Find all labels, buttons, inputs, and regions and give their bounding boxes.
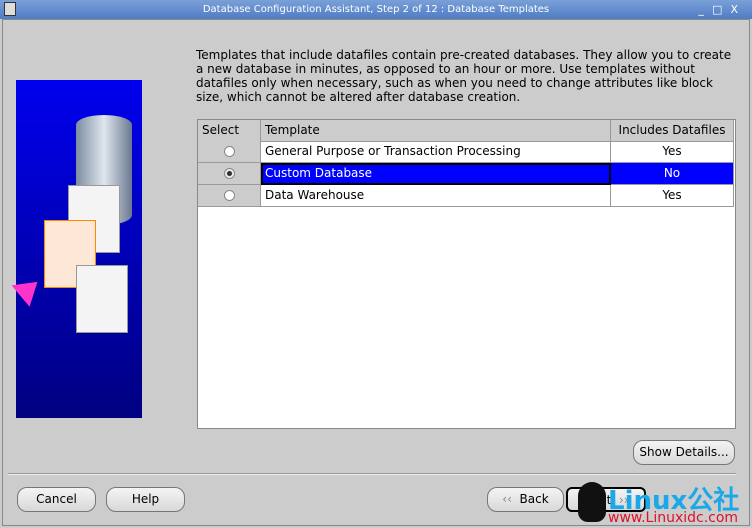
- watermark-logo: Linux公社 www.Linuxidc.com: [578, 480, 750, 526]
- template-name: Data Warehouse: [261, 185, 611, 207]
- window-title: Database Configuration Assistant, Step 2…: [202, 4, 550, 15]
- description-text: Templates that include datafiles contain…: [196, 48, 732, 104]
- template-name: General Purpose or Transaction Processin…: [261, 141, 611, 163]
- select-radio[interactable]: [223, 168, 235, 179]
- divider: [8, 473, 736, 475]
- templates-table: Select Template Includes Datafiles Gener…: [197, 119, 736, 429]
- title-bar: Database Configuration Assistant, Step 2…: [0, 0, 752, 19]
- select-radio[interactable]: [223, 190, 235, 201]
- select-radio[interactable]: [223, 146, 235, 157]
- chevron-left-icon: ‹‹: [502, 492, 512, 506]
- back-button[interactable]: ‹‹ Back: [487, 487, 564, 512]
- column-header-datafiles[interactable]: Includes Datafiles: [611, 120, 734, 142]
- watermark-url: www.Linuxidc.com: [608, 510, 739, 526]
- cancel-button[interactable]: Cancel: [17, 487, 96, 512]
- wizard-illustration: [11, 80, 142, 418]
- table-row[interactable]: Custom Database No: [198, 163, 734, 185]
- column-header-template[interactable]: Template: [261, 120, 611, 142]
- show-details-button[interactable]: Show Details...: [633, 440, 735, 465]
- includes-datafiles: No: [611, 163, 734, 185]
- arrow-icon: [11, 271, 47, 307]
- includes-datafiles: Yes: [611, 141, 734, 163]
- includes-datafiles: Yes: [611, 185, 734, 207]
- maximize-button[interactable]: □: [712, 3, 730, 16]
- close-button[interactable]: X: [730, 3, 746, 16]
- template-name: Custom Database: [261, 163, 611, 185]
- help-button[interactable]: Help: [106, 487, 185, 512]
- minimize-button[interactable]: _: [699, 3, 713, 16]
- table-row[interactable]: General Purpose or Transaction Processin…: [198, 141, 734, 163]
- column-header-select[interactable]: Select: [198, 120, 261, 142]
- penguin-icon: [578, 482, 606, 522]
- table-row[interactable]: Data Warehouse Yes: [198, 185, 734, 207]
- back-label: Back: [519, 492, 549, 506]
- app-icon: [4, 2, 16, 16]
- document-icon: [76, 265, 128, 333]
